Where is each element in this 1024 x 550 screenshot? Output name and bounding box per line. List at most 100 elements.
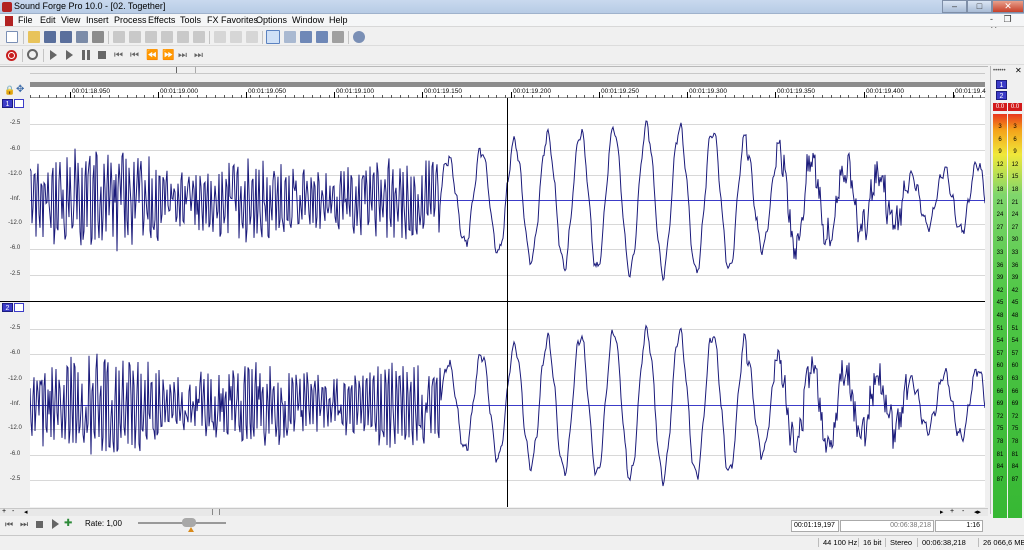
paste-special-icon[interactable]: [161, 31, 173, 43]
menu-effects[interactable]: Effects: [148, 15, 175, 25]
status-sample-rate[interactable]: 44 100 Hz: [818, 538, 857, 547]
meter-scale-label: 87: [1011, 476, 1019, 483]
print-icon[interactable]: [92, 31, 104, 43]
meter-scale-label: 75: [996, 426, 1004, 433]
go-start-icon[interactable]: ⏮: [114, 50, 123, 61]
menu-options[interactable]: Options: [256, 15, 287, 25]
undo-icon[interactable]: [214, 31, 226, 43]
meter-channel-2-button[interactable]: 2: [996, 91, 1007, 100]
cd-icon[interactable]: [353, 31, 365, 43]
go-start-icon[interactable]: ⏮: [5, 519, 13, 530]
maximize-button[interactable]: □: [967, 0, 992, 13]
playback-cursor[interactable]: [507, 98, 508, 507]
minimize-button[interactable]: –: [942, 0, 967, 13]
zoom-out-vertical-button[interactable]: -: [12, 508, 14, 515]
meter-scale-label: 69: [1011, 401, 1019, 408]
menu-edit[interactable]: Edit: [40, 15, 56, 25]
go-end-icon[interactable]: ⏭: [20, 519, 28, 530]
pencil-tool-icon[interactable]: [300, 31, 312, 43]
redo-icon[interactable]: [230, 31, 242, 43]
new-file-icon[interactable]: [6, 31, 18, 43]
go-end-icon[interactable]: ⏭: [194, 50, 203, 61]
render-icon[interactable]: [76, 31, 88, 43]
ruler-label: 00:01:19.150: [424, 88, 462, 95]
cut-icon[interactable]: [113, 31, 125, 43]
magnify-tool-icon[interactable]: [284, 31, 296, 43]
rewind-icon[interactable]: ⏪: [146, 50, 158, 61]
meter-peak-2[interactable]: 0.0: [1008, 103, 1022, 111]
zoom-fit-button[interactable]: ◂▸: [974, 508, 981, 516]
lock-icon[interactable]: 🔒: [4, 85, 15, 96]
zoom-in-horizontal-button[interactable]: +: [950, 508, 954, 515]
scroll-thumb[interactable]: [212, 509, 220, 515]
ruler-label: 00:01:18.950: [72, 88, 110, 95]
copy-icon[interactable]: [129, 31, 141, 43]
meter-close-icon[interactable]: ✕: [1015, 66, 1022, 75]
zoom-ratio-field[interactable]: 1:16: [935, 520, 983, 532]
meter-scale-label: 12: [996, 161, 1004, 168]
meter-peak-1[interactable]: 0.0: [993, 103, 1007, 111]
meter-scale-label: 9: [1013, 149, 1017, 156]
forward-icon[interactable]: ⏩: [162, 50, 174, 61]
play-icon[interactable]: [52, 519, 59, 529]
status-channels[interactable]: Stereo: [885, 538, 912, 547]
scroll-right-icon[interactable]: ▸: [940, 508, 944, 516]
rate-slider-thumb[interactable]: [182, 518, 196, 527]
play-all-icon[interactable]: [50, 50, 57, 60]
mix-icon[interactable]: [177, 31, 189, 43]
play-looped-icon[interactable]: ✚: [64, 518, 72, 529]
meter-scale-label: 78: [1011, 439, 1019, 445]
channel-2-badge[interactable]: 2: [2, 303, 13, 312]
pause-icon[interactable]: [82, 50, 90, 60]
scroll-left-icon[interactable]: ◂: [24, 508, 28, 516]
menu-insert[interactable]: Insert: [86, 15, 109, 25]
open-icon[interactable]: [28, 31, 40, 43]
menu-view[interactable]: View: [61, 15, 80, 25]
repeat-icon[interactable]: [246, 31, 258, 43]
meter-grip[interactable]: ••••••: [993, 68, 1006, 74]
play-icon[interactable]: [66, 50, 73, 60]
rate-default-marker: [188, 527, 194, 532]
save-icon[interactable]: [44, 31, 56, 43]
envelope-tool-icon[interactable]: [316, 31, 328, 43]
stop-icon[interactable]: [98, 51, 106, 59]
meter-scale-label: 48: [1011, 313, 1019, 319]
meter-channel-1-button[interactable]: 1: [996, 80, 1007, 89]
channel-1-minimize-button[interactable]: [14, 99, 24, 108]
menu-process[interactable]: Process: [114, 15, 147, 25]
snap-icon[interactable]: ✥: [16, 84, 24, 95]
toolbar-separator: [22, 49, 23, 62]
stop-icon[interactable]: [36, 521, 43, 528]
loop-icon[interactable]: [27, 49, 38, 60]
menu-window[interactable]: Window: [292, 15, 324, 25]
edit-tool-icon[interactable]: [266, 30, 280, 44]
horizontal-scrollbar[interactable]: [0, 508, 988, 516]
channel-1-badge[interactable]: 1: [2, 99, 13, 108]
next-marker-icon[interactable]: ⏭: [178, 50, 187, 61]
zoom-in-vertical-button[interactable]: +: [2, 508, 6, 515]
document-icon[interactable]: [5, 16, 13, 26]
ruler-label: 00:01:19.350: [777, 88, 815, 95]
paste-icon[interactable]: [145, 31, 157, 43]
menu-tools[interactable]: Tools: [180, 15, 201, 25]
save-all-icon[interactable]: [60, 31, 72, 43]
meter-scale-label: 54: [1011, 338, 1019, 345]
status-bit-depth[interactable]: 16 bit: [858, 538, 881, 547]
meter-scale-label: 87: [996, 476, 1004, 483]
event-tool-icon[interactable]: [332, 31, 344, 43]
meter-scale-label: 72: [996, 413, 1004, 420]
selection-length-field[interactable]: 00:06:38,218: [840, 520, 934, 532]
menu-help[interactable]: Help: [329, 15, 348, 25]
cursor-position-field[interactable]: 00:01:19,197: [791, 520, 839, 532]
close-button[interactable]: ✕: [992, 0, 1024, 13]
meter-scale-label: 3: [1013, 124, 1017, 130]
prev-marker-icon[interactable]: ⏮: [130, 50, 139, 61]
meter-scale-label: 57: [996, 350, 1004, 357]
zoom-out-horizontal-button[interactable]: -: [962, 508, 964, 515]
ruler-label: 00:01:19.050: [248, 88, 286, 95]
menu-file[interactable]: File: [18, 15, 33, 25]
channel-2-minimize-button[interactable]: [14, 303, 24, 312]
menu-fx-favorites[interactable]: FX Favorites: [207, 15, 258, 25]
meter-scale-label: 66: [1011, 388, 1019, 395]
trim-icon[interactable]: [193, 31, 205, 43]
